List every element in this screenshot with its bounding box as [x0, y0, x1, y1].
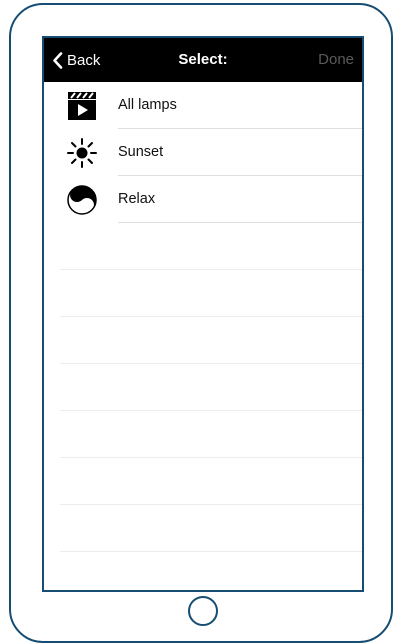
divider — [60, 551, 362, 552]
empty-row — [44, 270, 362, 317]
home-button[interactable] — [188, 596, 218, 626]
list-item-sunset[interactable]: Sunset — [44, 129, 362, 176]
sun-icon — [64, 135, 100, 171]
list-item-label: Relax — [118, 191, 156, 207]
list-item-label: All lamps — [118, 97, 177, 113]
yin-yang-icon — [64, 182, 100, 218]
back-button[interactable]: Back — [52, 38, 100, 82]
list-item-all-lamps[interactable]: All lamps — [44, 82, 362, 129]
list-item-label: Sunset — [118, 144, 164, 160]
empty-row — [44, 505, 362, 552]
chevron-left-icon — [53, 51, 63, 69]
clapperboard-icon — [64, 88, 100, 124]
empty-row — [44, 458, 362, 505]
back-button-label: Back — [67, 51, 101, 69]
empty-row — [44, 364, 362, 411]
list-item-relax[interactable]: Relax — [44, 176, 362, 223]
navigation-bar: Back Select: Done — [44, 38, 362, 82]
empty-row — [44, 317, 362, 364]
empty-row — [44, 411, 362, 458]
app-screen: Back Select: Done All lamps Sunset Relax — [42, 36, 364, 592]
scene-list: All lamps Sunset Relax — [44, 82, 362, 552]
done-button[interactable]: Done — [318, 38, 354, 82]
empty-row — [44, 223, 362, 270]
